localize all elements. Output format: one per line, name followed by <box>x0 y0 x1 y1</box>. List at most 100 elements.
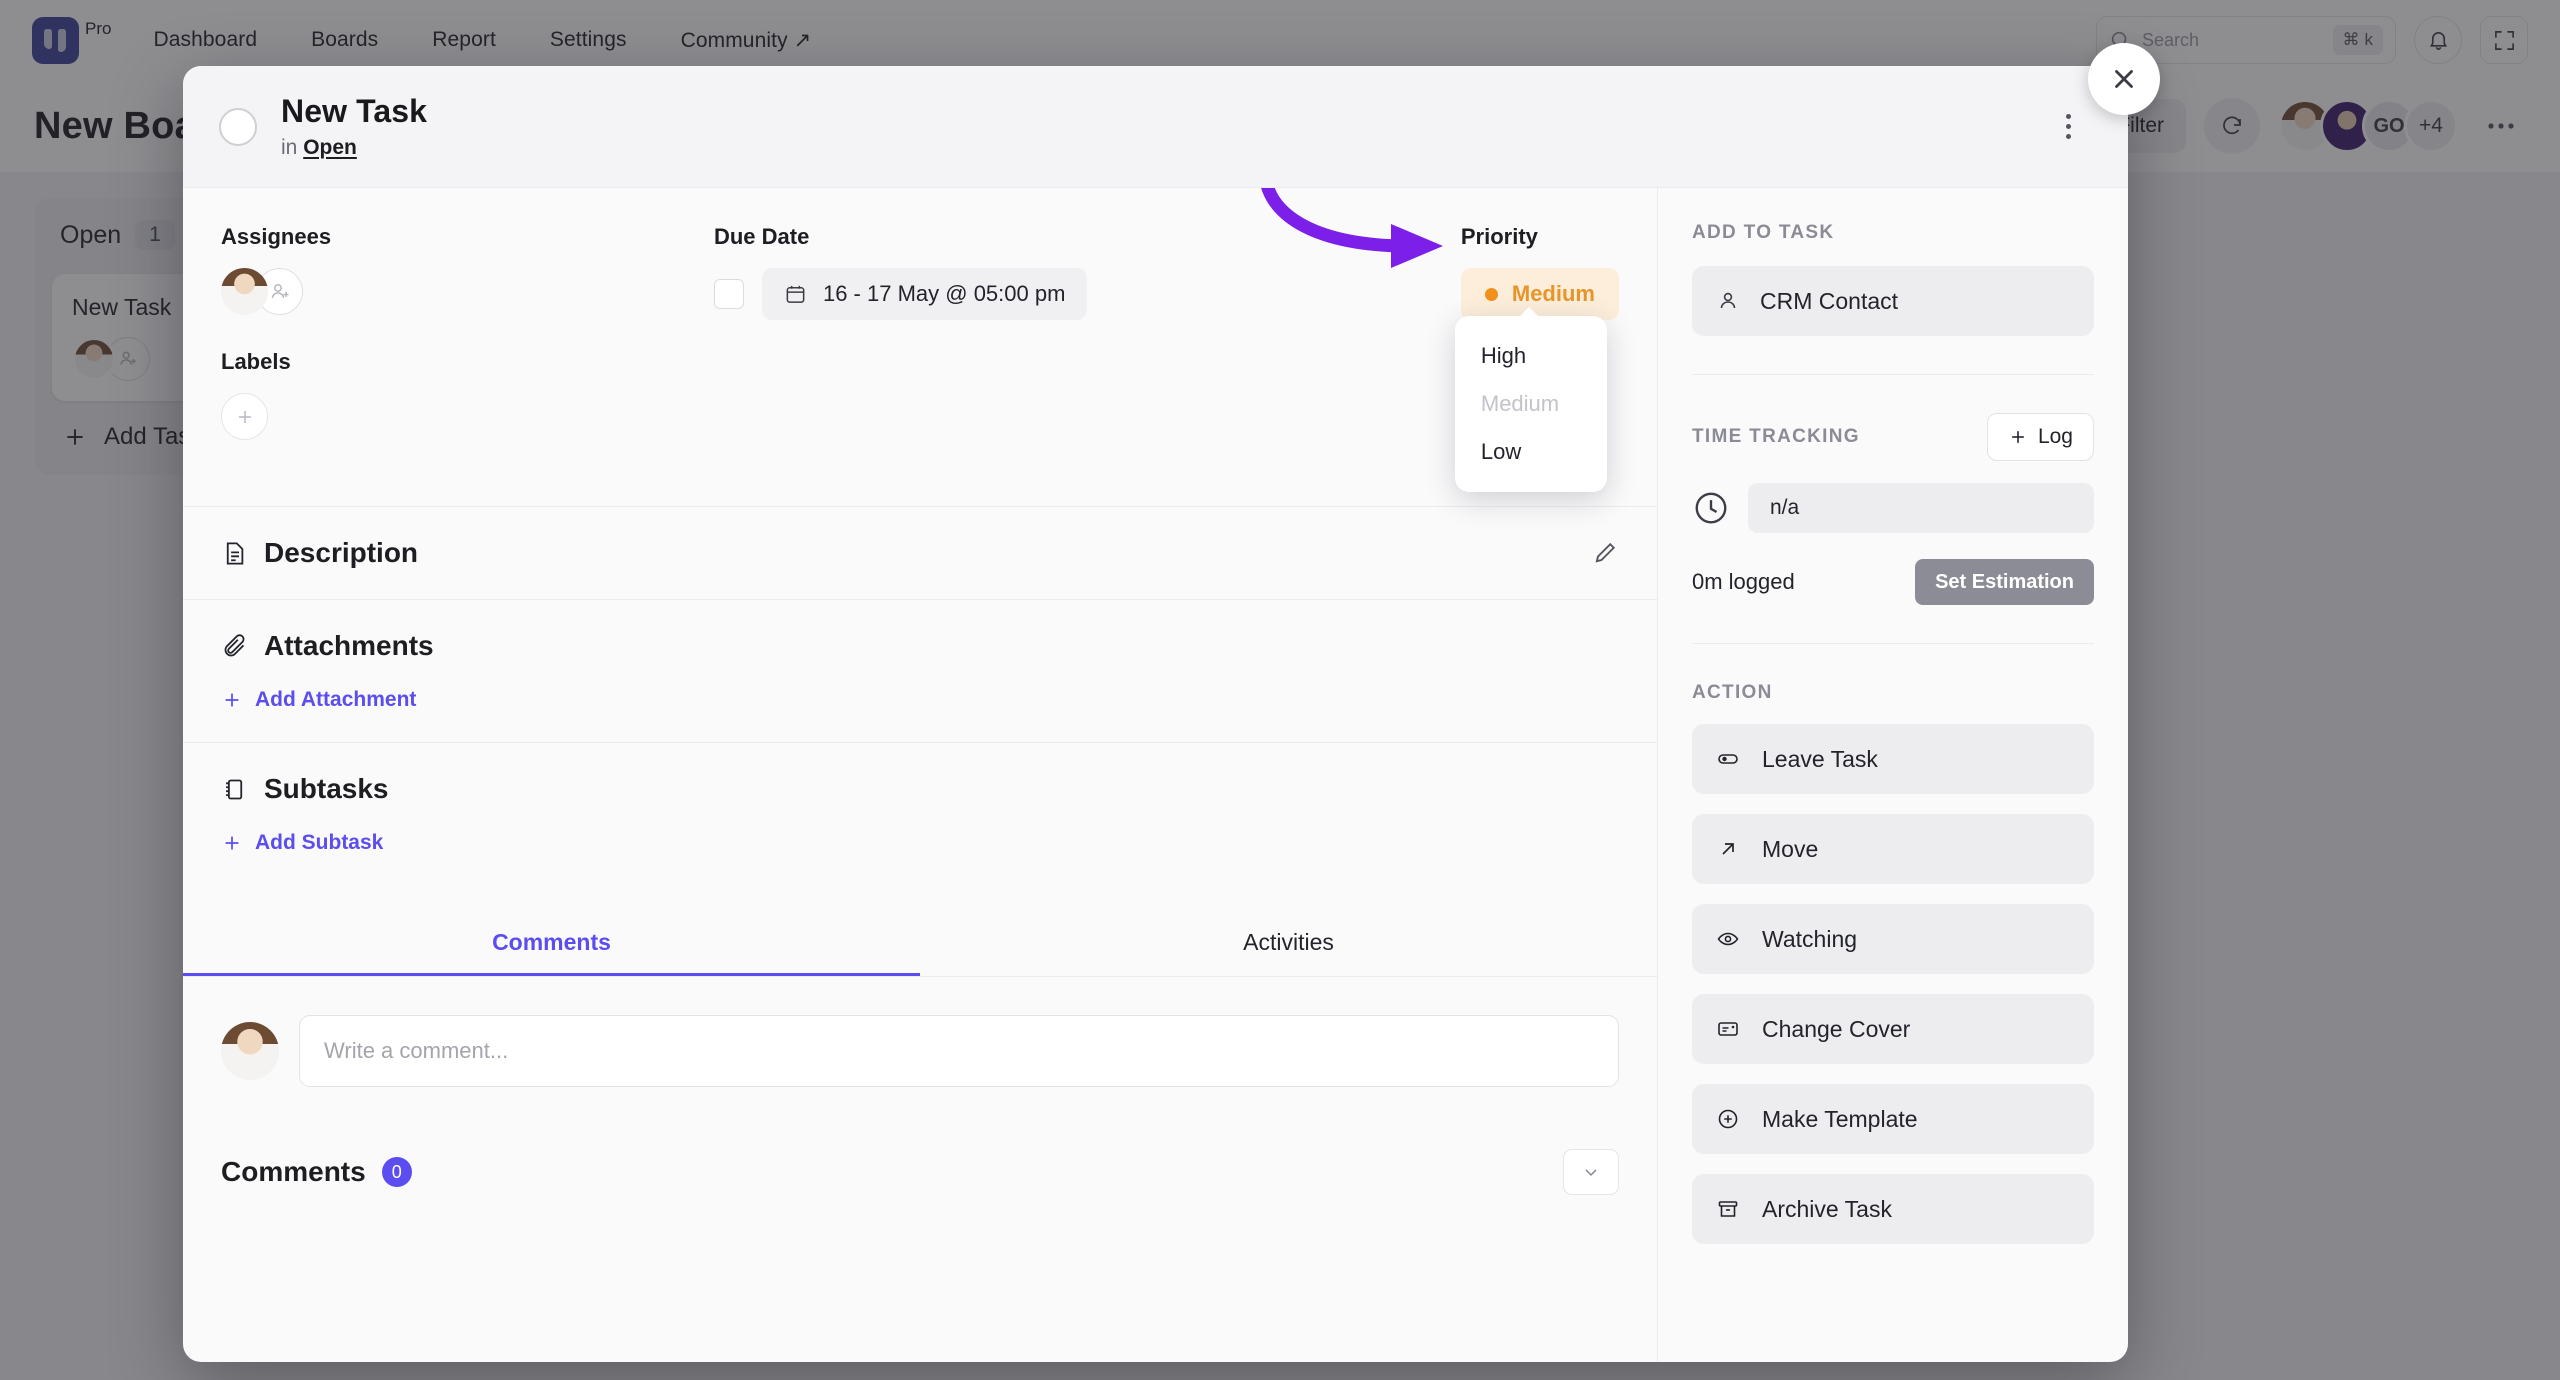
assignees-field: Assignees Labels <box>221 224 714 440</box>
avatar <box>221 1022 279 1080</box>
subtask-icon <box>226 779 243 799</box>
pencil-icon[interactable] <box>1591 539 1619 567</box>
modal-task-title: New Task <box>281 93 428 129</box>
modal-body: Assignees Labels Due Date 16 - 17 May @ … <box>183 188 2128 1362</box>
priority-dropdown-menu: High Medium Low <box>1454 307 1607 492</box>
comments-list-header: Comments 0 <box>183 1087 1657 1195</box>
in-word: in <box>281 136 298 159</box>
attachments-section: Attachments Add Attachment <box>183 599 1657 742</box>
calendar-icon <box>786 285 805 303</box>
assignee-list <box>221 268 714 315</box>
assignees-label: Assignees <box>221 224 332 249</box>
add-subtask-label: Add Subtask <box>255 831 384 854</box>
subtasks-title: Subtasks <box>264 773 389 804</box>
make-template-button[interactable]: Make Template <box>1692 1084 2094 1154</box>
due-date-label: Due Date <box>713 224 810 249</box>
priority-option-low[interactable]: Low <box>1455 428 1607 476</box>
avatar <box>221 268 268 315</box>
modal-more-button[interactable] <box>2044 103 2092 151</box>
priority-option-high[interactable]: High <box>1455 332 1607 380</box>
plus-icon <box>225 836 239 850</box>
person-icon <box>1720 292 1736 309</box>
description-section: Description <box>183 506 1657 599</box>
comment-input[interactable]: Write a comment... <box>299 1015 1619 1087</box>
crm-contact-button[interactable]: CRM Contact <box>1692 266 2094 336</box>
set-estimation-button[interactable]: Set Estimation <box>1915 559 2094 605</box>
priority-label: Priority <box>1460 224 1538 249</box>
archive-task-button[interactable]: Archive Task <box>1692 1174 2094 1244</box>
comments-count-badge: 0 <box>381 1157 412 1187</box>
make-template-label: Make Template <box>1762 1105 1918 1132</box>
watching-label: Watching <box>1762 925 1858 952</box>
time-value-row: n/a <box>1692 483 2094 533</box>
arrow-up-right-icon <box>1722 843 1734 855</box>
more-vertical-icon <box>2065 114 2071 119</box>
archive-task-label: Archive Task <box>1762 1195 1892 1222</box>
modal-right-pane: ADD TO TASK CRM Contact TIME TRACKING Lo… <box>1658 188 2128 1362</box>
close-icon <box>2115 70 2133 88</box>
leave-icon <box>1718 754 1738 764</box>
priority-value: Medium <box>1511 281 1595 306</box>
due-date-row: 16 - 17 May @ 05:00 pm <box>713 268 1461 320</box>
due-date-value: 16 - 17 May @ 05:00 pm <box>822 281 1066 306</box>
change-cover-button[interactable]: Change Cover <box>1692 994 2094 1064</box>
attachments-header: Attachments <box>221 630 1619 662</box>
leave-task-label: Leave Task <box>1762 745 1878 772</box>
document-icon <box>226 541 244 565</box>
subtasks-header: Subtasks <box>221 773 1619 805</box>
watching-button[interactable]: Watching <box>1692 904 2094 974</box>
due-date-checkbox[interactable] <box>713 279 744 309</box>
plus-icon <box>225 693 239 707</box>
labels-label: Labels <box>221 349 291 374</box>
leave-task-button[interactable]: Leave Task <box>1692 724 2094 794</box>
add-person-icon <box>271 283 288 298</box>
app-root: Pro Dashboard Boards Report Settings Com… <box>0 0 2560 1380</box>
add-attachment-button[interactable]: Add Attachment <box>221 688 1619 712</box>
image-icon <box>1718 1022 1738 1036</box>
add-label-button[interactable] <box>221 393 268 440</box>
add-to-task-label: ADD TO TASK <box>1692 222 1835 243</box>
time-tracking-label: TIME TRACKING <box>1692 426 1860 447</box>
time-value[interactable]: n/a <box>1748 483 2094 533</box>
tab-activities[interactable]: Activities <box>920 907 1657 976</box>
add-attachment-label: Add Attachment <box>255 688 417 711</box>
move-button[interactable]: Move <box>1692 814 2094 884</box>
clock-icon <box>1695 492 1727 524</box>
modal-title-group: New Task in Open <box>281 93 427 160</box>
move-label: Move <box>1762 835 1819 862</box>
status-link[interactable]: Open <box>303 136 357 159</box>
plus-icon <box>238 410 251 423</box>
log-time-button[interactable]: Log <box>1986 413 2094 461</box>
description-header: Description <box>221 537 1619 569</box>
add-subtask-button[interactable]: Add Subtask <box>221 831 1619 855</box>
task-meta-row: Assignees Labels Due Date 16 - 17 May @ … <box>183 188 1657 492</box>
comment-composer: Write a comment... <box>183 977 1657 1087</box>
tab-comments[interactable]: Comments <box>183 907 920 976</box>
plus-icon <box>2012 431 2024 443</box>
attachments-title: Attachments <box>264 630 434 661</box>
subtasks-section: Subtasks Add Subtask <box>183 742 1657 885</box>
close-modal-button[interactable] <box>2088 43 2160 115</box>
archive-icon <box>1718 1201 1738 1217</box>
chevron-down-icon <box>1585 1169 1597 1176</box>
due-date-value-button[interactable]: 16 - 17 May @ 05:00 pm <box>761 268 1088 320</box>
comment-row: Write a comment... <box>221 1015 1619 1087</box>
comments-collapse-button[interactable] <box>1563 1149 1619 1195</box>
plus-circle-icon <box>1718 1109 1738 1129</box>
divider <box>1692 374 2094 375</box>
comments-activities-tabs: Comments Activities <box>183 907 1657 977</box>
description-title: Description <box>264 537 419 568</box>
change-cover-label: Change Cover <box>1762 1015 1911 1042</box>
task-complete-checkbox[interactable] <box>219 107 257 146</box>
modal-left-pane: Assignees Labels Due Date 16 - 17 May @ … <box>183 188 1658 1362</box>
due-date-field: Due Date 16 - 17 May @ 05:00 pm <box>713 224 1461 440</box>
comments-heading: Comments <box>221 1156 366 1187</box>
time-tracking-header: TIME TRACKING Log <box>1692 413 2094 461</box>
priority-badge[interactable]: Medium <box>1460 268 1619 320</box>
priority-dot-icon <box>1484 287 1498 301</box>
divider <box>1692 643 2094 644</box>
logged-row: 0m logged Set Estimation <box>1692 559 2094 605</box>
action-label: ACTION <box>1692 682 1773 703</box>
log-label: Log <box>2037 425 2073 448</box>
priority-option-medium[interactable]: Medium <box>1455 380 1607 428</box>
